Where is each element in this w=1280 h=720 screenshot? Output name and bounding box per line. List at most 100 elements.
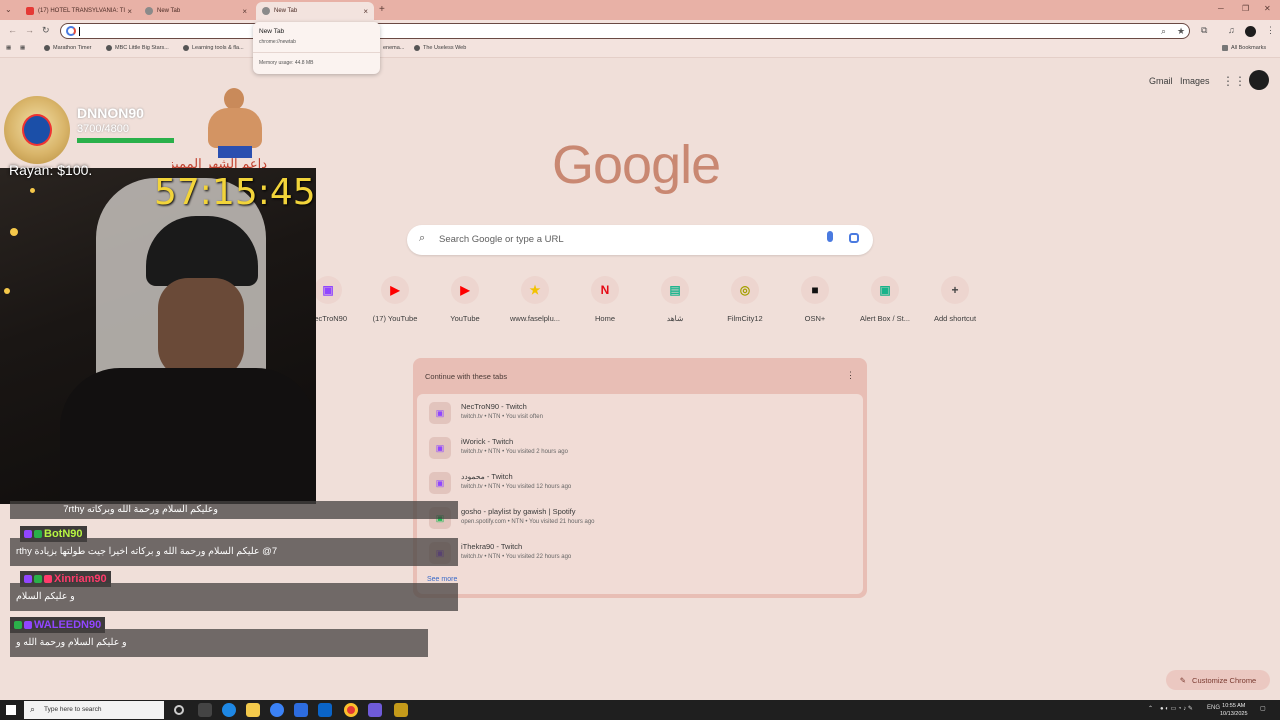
outlook-icon[interactable] bbox=[318, 703, 332, 717]
google-logo: Google bbox=[552, 135, 721, 195]
tab-search-icon[interactable]: ⌄ bbox=[5, 5, 12, 14]
continue-tab-row[interactable]: ▣ محمودد - Twitch twitch.tv • NTN • You vi… bbox=[429, 468, 859, 498]
chat-message: وعليكم السلام ورحمة الله وبركاته 7rthy bbox=[10, 501, 458, 519]
edge-icon[interactable] bbox=[222, 703, 236, 717]
profile-avatar[interactable] bbox=[1245, 26, 1256, 37]
back-icon[interactable]: ← bbox=[8, 25, 17, 35]
bookmark-item[interactable]: MBC Little Big Stars... bbox=[106, 45, 169, 51]
images-link[interactable]: Images bbox=[1180, 76, 1210, 86]
continue-tab-row[interactable]: ▣iThekra90 - Twitchtwitch.tv • NTN • You… bbox=[429, 538, 859, 568]
shortcut-label: FilmCity12 bbox=[727, 314, 763, 323]
bookmark-label: All Bookmarks bbox=[1231, 45, 1267, 51]
discord-icon[interactable] bbox=[368, 703, 382, 717]
continue-tab-subtitle: twitch.tv • NTN • You visited 12 hours a… bbox=[461, 484, 572, 490]
media-icon[interactable]: ♫ bbox=[1228, 25, 1235, 35]
close-icon[interactable]: × bbox=[127, 7, 132, 16]
store-icon[interactable] bbox=[294, 703, 308, 717]
file-explorer-icon[interactable] bbox=[246, 703, 260, 717]
background-light bbox=[4, 288, 10, 294]
windows-start-icon[interactable] bbox=[6, 705, 16, 715]
muscle-man-head bbox=[224, 88, 244, 110]
badge-icon bbox=[44, 575, 52, 583]
task-view-icon[interactable] bbox=[198, 703, 212, 717]
menu-kebab-icon[interactable]: ⋮ bbox=[1266, 25, 1275, 36]
customize-chrome-button[interactable]: ✎ Customize Chrome bbox=[1166, 670, 1270, 690]
extensions-icon[interactable]: ⧉ bbox=[1201, 25, 1207, 36]
notification-icon[interactable]: ▢ bbox=[1260, 705, 1266, 712]
apps-grid-icon[interactable]: ▦ bbox=[6, 45, 11, 51]
tab-hotel-transylvania[interactable]: (17) HOTEL TRANSYLVANIA: TI × bbox=[20, 2, 138, 20]
forward-icon[interactable]: → bbox=[25, 25, 34, 35]
bookmark-star-icon[interactable]: ★ bbox=[1177, 26, 1185, 37]
address-bar[interactable]: ⌕ ★ bbox=[60, 23, 1190, 39]
google-icon bbox=[66, 26, 76, 36]
youtube-icon bbox=[26, 7, 34, 15]
tab-new-tab[interactable]: New Tab × bbox=[139, 2, 253, 20]
chat-message: و عليكم السلام ورحمة الله و bbox=[10, 629, 428, 657]
text-caret bbox=[79, 27, 80, 36]
shortcut-tile[interactable]: ▶ YouTube bbox=[430, 276, 500, 323]
search-placeholder[interactable]: Search Google or type a URL bbox=[439, 234, 564, 245]
webcam-feed bbox=[0, 168, 316, 504]
shortcut-tile[interactable]: N Home bbox=[570, 276, 640, 323]
language-indicator[interactable]: ENG bbox=[1207, 705, 1220, 711]
reload-icon[interactable]: ↻ bbox=[42, 25, 50, 36]
continue-tab-row[interactable]: ▣gosho - playlist by gawish | Spotifyope… bbox=[429, 503, 859, 533]
close-window-icon[interactable]: ✕ bbox=[1264, 4, 1271, 13]
tab-new-tab-active[interactable]: New Tab × bbox=[256, 2, 374, 20]
shortcut-tile[interactable]: ■ OSN+ bbox=[780, 276, 850, 323]
taskbar: ⌕ Type here to search ⌃ ● ◐ ▭ ◔ ♪ ✎ ENG … bbox=[0, 700, 1280, 720]
taskbar-clock[interactable]: 10:55 AM 10/13/2025 bbox=[1220, 702, 1248, 718]
bookmark-item[interactable]: Marathon Timer bbox=[44, 45, 92, 51]
app-icon[interactable] bbox=[270, 703, 284, 717]
google-lens-icon[interactable] bbox=[849, 233, 859, 243]
chrome-icon bbox=[145, 7, 153, 15]
overlay-xp: 3700/4800 bbox=[77, 123, 129, 135]
shortcut-label: Alert Box / St... bbox=[859, 314, 911, 323]
rank-badge bbox=[4, 96, 70, 164]
continue-tab-row[interactable]: ▣ NecTroN90 - Twitch twitch.tv • NTN • You… bbox=[429, 398, 859, 428]
new-tab-button[interactable]: + bbox=[379, 4, 385, 15]
xp-progress-bar bbox=[77, 138, 174, 143]
bookmark-item[interactable]: The Useless Web bbox=[414, 45, 466, 51]
shortcut-tile[interactable]: ★ www.faselplu... bbox=[500, 276, 570, 323]
bookmark-label: Learning tools & fla... bbox=[192, 45, 244, 51]
plus-icon: + bbox=[941, 276, 969, 304]
close-icon[interactable]: × bbox=[363, 7, 368, 16]
bookmark-item[interactable]: Learning tools & fla... bbox=[183, 45, 244, 51]
cortana-icon[interactable] bbox=[174, 705, 184, 715]
search-box[interactable]: ⌕ Search Google or type a URL bbox=[407, 225, 873, 255]
bookmark-item[interactable]: enema... bbox=[383, 45, 404, 51]
bookmark-label: The Useless Web bbox=[423, 45, 467, 51]
continue-tab-row[interactable]: ▣ iWorick - Twitch twitch.tv • NTN • You v… bbox=[429, 433, 859, 463]
google-apps-icon[interactable]: ⋮⋮ bbox=[1222, 74, 1246, 88]
see-more-link[interactable]: See more bbox=[427, 576, 457, 583]
chat-message: و عليكم السلام bbox=[10, 583, 458, 611]
shortcut-tile[interactable]: ◎ FilmCity12 bbox=[710, 276, 780, 323]
minimize-icon[interactable]: ─ bbox=[1218, 4, 1224, 13]
taskbar-search[interactable]: ⌕ Type here to search bbox=[24, 701, 164, 719]
shortcut-label: YouTube bbox=[450, 314, 480, 323]
close-icon[interactable]: × bbox=[242, 7, 247, 16]
search-icon: ⌕ bbox=[419, 232, 426, 244]
all-bookmarks[interactable]: All Bookmarks bbox=[1222, 45, 1266, 51]
toolbar: ← → ↻ ⌕ ★ ⧉ ♫ ⋮ bbox=[0, 20, 1280, 42]
grid-icon[interactable]: ▦ bbox=[20, 45, 25, 51]
tray-icons[interactable]: ● ◐ ▭ ◔ ♪ ✎ bbox=[1160, 705, 1193, 712]
restore-icon[interactable]: ❐ bbox=[1242, 4, 1249, 13]
gmail-link[interactable]: Gmail bbox=[1149, 76, 1173, 86]
shortcut-tile[interactable]: ▶ (17) YouTube bbox=[360, 276, 430, 323]
shortcut-tile[interactable]: ▤ شاهد bbox=[640, 276, 710, 323]
account-avatar[interactable] bbox=[1249, 70, 1269, 90]
divider bbox=[253, 52, 380, 53]
shortcut-tile[interactable]: + Add shortcut bbox=[920, 276, 990, 323]
zoom-icon[interactable]: ⌕ bbox=[1161, 26, 1166, 37]
shortcut-tile[interactable]: ▣ Alert Box / St... bbox=[850, 276, 920, 323]
shortcut-label: www.faselplu... bbox=[509, 314, 561, 323]
app-icon[interactable] bbox=[394, 703, 408, 717]
osn-icon: ■ bbox=[801, 276, 829, 304]
chrome-icon[interactable] bbox=[344, 703, 358, 717]
voice-search-icon[interactable] bbox=[827, 231, 833, 242]
more-options-icon[interactable]: ⋮ bbox=[846, 370, 855, 381]
tray-chevron-icon[interactable]: ⌃ bbox=[1148, 705, 1153, 712]
